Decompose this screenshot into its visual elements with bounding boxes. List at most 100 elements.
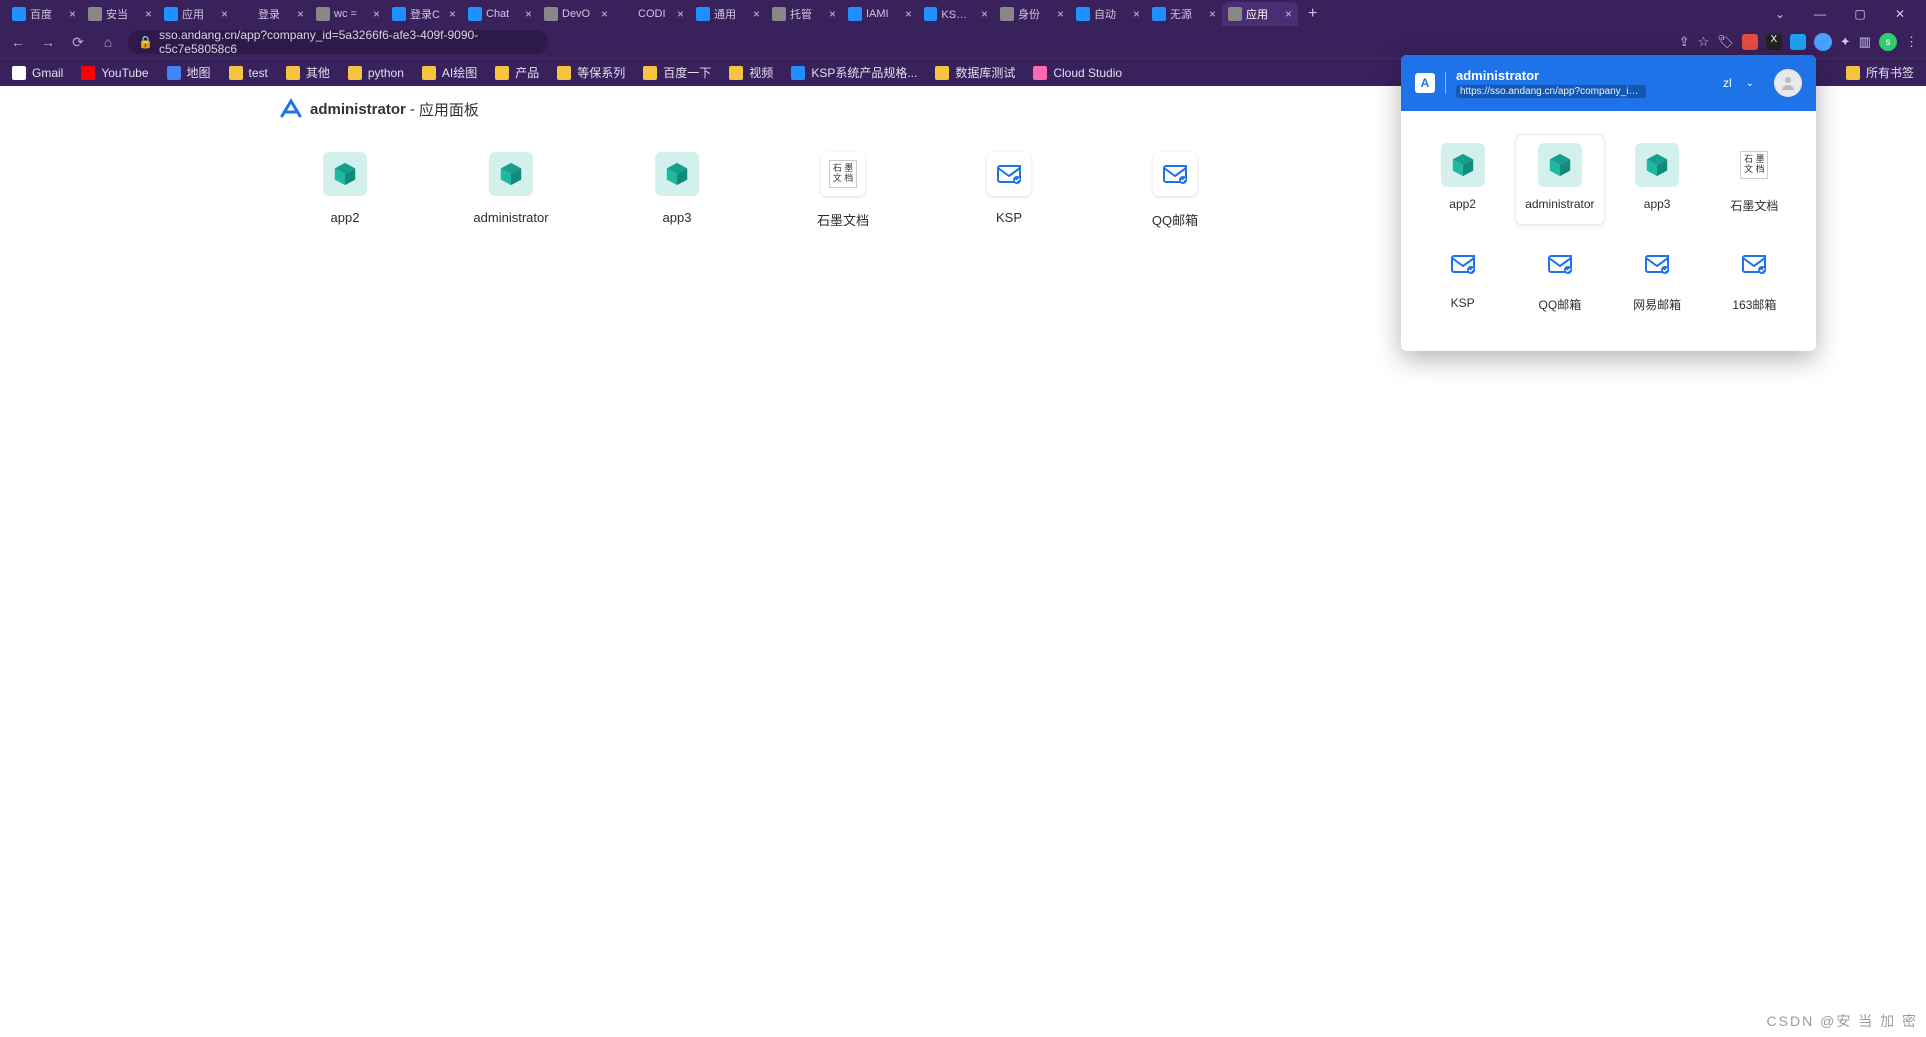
chevron-down-icon[interactable]: ⌄: [1760, 7, 1800, 21]
popover-app-tile[interactable]: KSP: [1419, 234, 1506, 323]
tab-close-icon[interactable]: ×: [749, 7, 764, 21]
ext-active-icon[interactable]: [1814, 33, 1832, 51]
tab-close-icon[interactable]: ×: [1129, 7, 1144, 21]
bookmark-item[interactable]: 数据库测试: [935, 64, 1015, 81]
tab[interactable]: KSP系 ×: [918, 2, 994, 26]
bookmark-item[interactable]: 百度一下: [643, 64, 711, 81]
tab-close-icon[interactable]: ×: [901, 7, 916, 21]
tab[interactable]: 通用 ×: [690, 2, 766, 26]
tab-close-icon[interactable]: ×: [521, 7, 536, 21]
ext-icon[interactable]: [1790, 34, 1806, 50]
tab[interactable]: 应用 ×: [1222, 2, 1298, 26]
bookmark-label: AI绘图: [442, 64, 477, 81]
bookmark-item[interactable]: python: [348, 66, 404, 80]
tab[interactable]: 无源 ×: [1146, 2, 1222, 26]
bookmark-item[interactable]: 地图: [167, 64, 211, 81]
popover-app-tile[interactable]: 石 墨文 档石墨文档: [1711, 135, 1798, 224]
price-tag-icon[interactable]: 🏷: [1717, 34, 1734, 50]
tab-title: IAMI: [866, 8, 897, 20]
tab[interactable]: IAMI ×: [842, 2, 918, 26]
window-controls: ⌄ — ▢ ✕: [1760, 7, 1920, 21]
forward-button[interactable]: →: [38, 34, 58, 50]
minimize-button[interactable]: —: [1800, 7, 1840, 21]
tab[interactable]: 登录C ×: [386, 2, 462, 26]
tab[interactable]: 百度 ×: [6, 2, 82, 26]
tab-close-icon[interactable]: ×: [141, 7, 156, 21]
bookmark-item[interactable]: AI绘图: [422, 64, 477, 81]
bookmark-item[interactable]: 产品: [495, 64, 539, 81]
tab[interactable]: 安当 ×: [82, 2, 158, 26]
tab-close-icon[interactable]: ×: [597, 7, 612, 21]
app-tile[interactable]: app3: [632, 152, 722, 229]
bookmark-item[interactable]: test: [229, 66, 268, 80]
back-button[interactable]: ←: [8, 34, 28, 50]
app-tile[interactable]: app2: [300, 152, 390, 229]
ext-icon[interactable]: [1742, 34, 1758, 50]
popover-app-tile[interactable]: app2: [1419, 135, 1506, 224]
tab[interactable]: 身份 ×: [994, 2, 1070, 26]
tab[interactable]: CODI ×: [614, 2, 690, 26]
profile-avatar[interactable]: s: [1879, 33, 1897, 51]
address-bar[interactable]: 🔒 sso.andang.cn/app?company_id=5a3266f6-…: [128, 30, 548, 54]
tab-close-icon[interactable]: ×: [825, 7, 840, 21]
tab-close-icon[interactable]: ×: [293, 7, 308, 21]
tab[interactable]: wc = ×: [310, 2, 386, 26]
tab-close-icon[interactable]: ×: [1281, 7, 1296, 21]
page-title-separator: -: [410, 101, 415, 118]
bookmark-item[interactable]: Gmail: [12, 66, 63, 80]
app-tile[interactable]: QQ邮箱: [1130, 152, 1220, 229]
tab[interactable]: 应用 ×: [158, 2, 234, 26]
app-tile[interactable]: KSP: [964, 152, 1054, 229]
all-bookmarks-button[interactable]: 所有书签: [1846, 64, 1914, 81]
bookmark-item[interactable]: Cloud Studio: [1033, 66, 1122, 80]
bookmark-item[interactable]: 视频: [729, 64, 773, 81]
favicon-icon: [544, 7, 558, 21]
tab-close-icon[interactable]: ×: [1205, 7, 1220, 21]
lock-icon: 🔒: [138, 35, 153, 49]
tab[interactable]: 登录 ×: [234, 2, 310, 26]
favicon-icon: [924, 7, 937, 21]
tab-close-icon[interactable]: ×: [445, 7, 460, 21]
tab-title: wc =: [334, 8, 365, 20]
bookmark-item[interactable]: 等保系列: [557, 64, 625, 81]
ext-icon[interactable]: X: [1766, 34, 1782, 50]
popover-app-tile[interactable]: 163邮箱: [1711, 234, 1798, 323]
extensions-puzzle-icon[interactable]: ✦: [1840, 34, 1851, 50]
popover-app-tile[interactable]: 网易邮箱: [1614, 234, 1701, 323]
bookmark-favicon-icon: [1033, 66, 1047, 80]
bookmark-favicon-icon: [935, 66, 949, 80]
popover-app-tile[interactable]: QQ邮箱: [1516, 234, 1603, 323]
maximize-button[interactable]: ▢: [1840, 7, 1880, 21]
close-window-button[interactable]: ✕: [1880, 7, 1920, 21]
popover-app-tile[interactable]: administrator: [1516, 135, 1603, 224]
tab-close-icon[interactable]: ×: [369, 7, 384, 21]
app-label: app2: [1449, 197, 1476, 211]
chevron-down-icon[interactable]: ⌄: [1746, 78, 1754, 89]
popover-url[interactable]: https://sso.andang.cn/app?company_id=5a.…: [1456, 85, 1646, 98]
reload-button[interactable]: ⟳: [68, 34, 88, 51]
tab-close-icon[interactable]: ×: [673, 7, 688, 21]
tab[interactable]: 托管 ×: [766, 2, 842, 26]
bookmark-star-icon[interactable]: ☆: [1698, 34, 1710, 50]
share-icon[interactable]: ⇪: [1679, 34, 1690, 50]
app-tile[interactable]: 石 墨文 档石墨文档: [798, 152, 888, 229]
app-tile[interactable]: administrator: [466, 152, 556, 229]
bookmark-item[interactable]: 其他: [286, 64, 330, 81]
tab-close-icon[interactable]: ×: [217, 7, 232, 21]
avatar-icon[interactable]: [1774, 69, 1802, 97]
account-label[interactable]: zl: [1723, 76, 1732, 90]
bookmark-item[interactable]: KSP系统产品规格...: [791, 64, 917, 81]
home-button[interactable]: ⌂: [98, 34, 118, 50]
new-tab-button[interactable]: +: [1298, 5, 1327, 23]
tab-close-icon[interactable]: ×: [65, 7, 80, 21]
kebab-menu-icon[interactable]: ⋮: [1905, 34, 1918, 50]
bookmark-item[interactable]: YouTube: [81, 66, 148, 80]
sidepanel-icon[interactable]: ▥: [1859, 34, 1871, 50]
popover-app-tile[interactable]: app3: [1614, 135, 1701, 224]
extension-popover: A administrator https://sso.andang.cn/ap…: [1401, 55, 1816, 351]
tab[interactable]: Chat ×: [462, 2, 538, 26]
tab-close-icon[interactable]: ×: [1053, 7, 1068, 21]
tab[interactable]: 自动 ×: [1070, 2, 1146, 26]
tab[interactable]: DevO ×: [538, 2, 614, 26]
tab-close-icon[interactable]: ×: [977, 7, 992, 21]
